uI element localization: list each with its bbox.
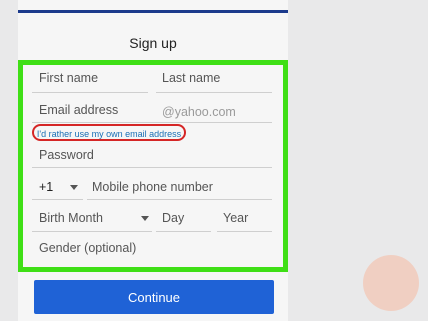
mobile-phone-input[interactable]: Mobile phone number [92,180,213,194]
first-name-underline [32,92,148,93]
country-code-select[interactable]: +1 [39,180,53,194]
page-title: Sign up [129,35,177,51]
password-underline [32,167,272,168]
gender-input[interactable]: Gender (optional) [39,241,136,255]
first-name-input[interactable]: First name [39,71,98,85]
year-input[interactable]: Year [223,211,248,225]
watermark-logo [363,255,419,311]
country-code-underline [32,199,83,200]
email-domain-suffix: @yahoo.com [162,105,236,119]
birth-month-underline [32,231,152,232]
day-input[interactable]: Day [162,211,184,225]
top-accent-bar [18,10,288,13]
email-input[interactable]: Email address [39,103,118,117]
birth-month-select[interactable]: Birth Month [39,211,103,225]
year-underline [217,231,272,232]
chevron-down-icon[interactable] [141,216,149,221]
email-underline [32,122,272,123]
last-name-underline [156,92,272,93]
own-email-link[interactable]: I'd rather use my own email address [32,124,186,141]
mobile-phone-underline [87,199,272,200]
day-underline [156,231,211,232]
continue-button[interactable]: Continue [34,280,274,314]
chevron-down-icon[interactable] [70,185,78,190]
password-input[interactable]: Password [39,148,94,162]
last-name-input[interactable]: Last name [162,71,220,85]
